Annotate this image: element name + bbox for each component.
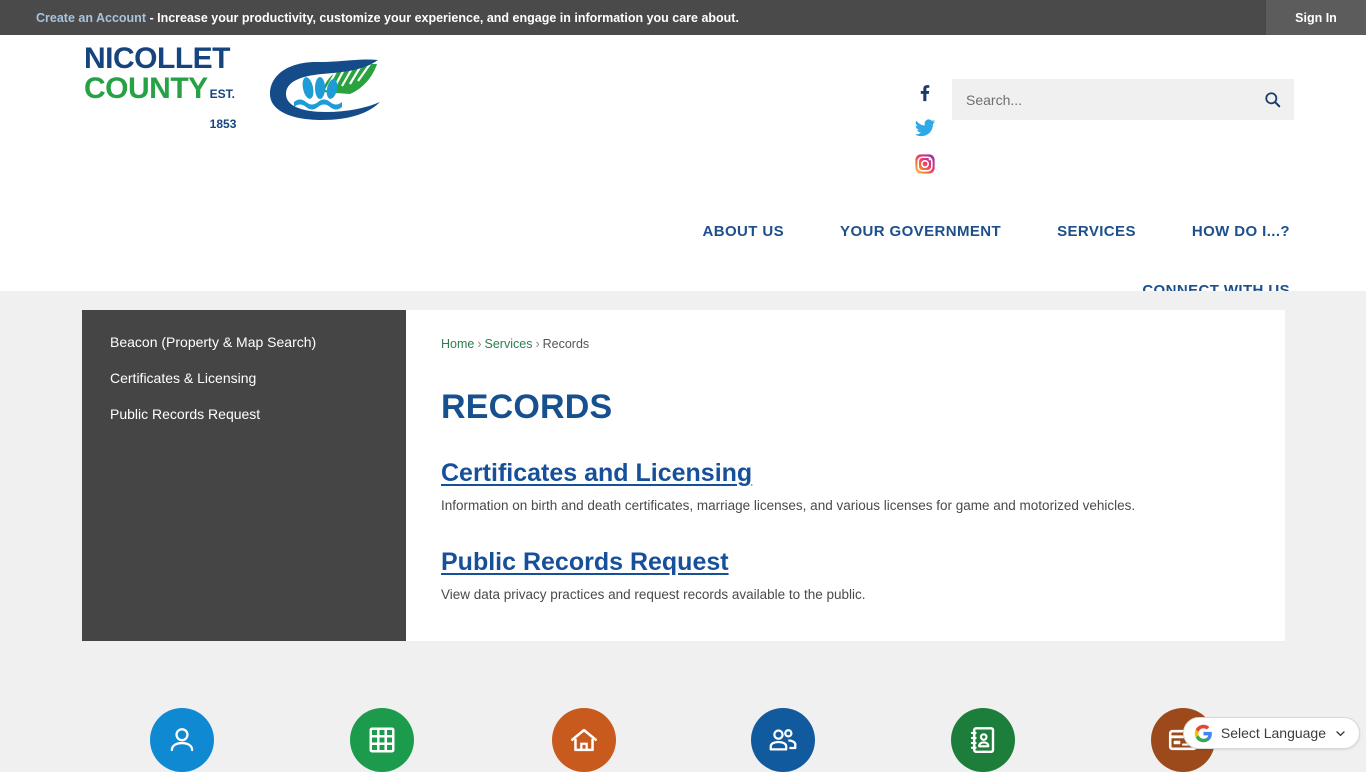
- google-translate-widget[interactable]: Select Language: [1182, 717, 1360, 749]
- content-section-certificates: Certificates and Licensing Information o…: [441, 458, 1251, 515]
- breadcrumb-current: Records: [542, 337, 590, 351]
- section-sidebar: Beacon (Property & Map Search) Certifica…: [82, 310, 406, 641]
- breadcrumb-separator-2: ›: [535, 337, 540, 351]
- breadcrumb-services[interactable]: Services: [485, 337, 533, 351]
- nav-item-how-do-i[interactable]: HOW DO I...?: [1192, 213, 1290, 250]
- breadcrumb-home[interactable]: Home: [441, 337, 474, 351]
- main-content-card: Home › Services › Records RECORDS Certificat…: [406, 310, 1285, 641]
- twitter-icon[interactable]: [913, 117, 937, 139]
- sign-in-button[interactable]: Sign In: [1266, 0, 1366, 35]
- nav-item-about-us[interactable]: ABOUT US: [703, 213, 785, 250]
- people-group-icon: [769, 729, 797, 751]
- logo-wordmark: NICOLLET COUNTY EST. 1853: [84, 41, 258, 139]
- link-public-records-request[interactable]: Public Records Request: [441, 547, 729, 577]
- chevron-down-icon: [1336, 730, 1345, 736]
- search-input[interactable]: [952, 91, 1250, 108]
- quicklink-home-button[interactable]: [552, 708, 616, 772]
- create-account-message: Create an Account - Increase your produc…: [36, 11, 739, 25]
- person-icon: [170, 728, 194, 752]
- logo-line-nicollet: NICOLLET: [84, 41, 231, 75]
- calendar-grid-icon: [369, 727, 395, 753]
- page-title: RECORDS: [441, 388, 613, 426]
- site-logo[interactable]: NICOLLET COUNTY EST. 1853: [84, 43, 384, 131]
- page-body: Beacon (Property & Map Search) Certifica…: [0, 291, 1366, 768]
- logo-line-county: COUNTY: [84, 71, 208, 105]
- google-g-icon: [1194, 724, 1212, 742]
- nav-item-services[interactable]: SERVICES: [1057, 213, 1136, 250]
- facebook-icon[interactable]: [914, 81, 936, 103]
- breadcrumb-separator-1: ›: [477, 337, 482, 351]
- quick-links-row: [0, 708, 1366, 772]
- content-section-public-records: Public Records Request View data privacy…: [441, 547, 1251, 604]
- sidebar-item-certificates-licensing[interactable]: Certificates & Licensing: [82, 360, 406, 396]
- county-emblem-icon: [264, 56, 384, 127]
- search-button[interactable]: [1250, 79, 1294, 120]
- nav-item-your-government[interactable]: YOUR GOVERNMENT: [840, 213, 1001, 250]
- link-certificates-and-licensing[interactable]: Certificates and Licensing: [441, 458, 752, 488]
- sidebar-item-public-records-request[interactable]: Public Records Request: [82, 396, 406, 432]
- create-account-link[interactable]: Create an Account: [36, 11, 146, 25]
- sidebar-item-beacon[interactable]: Beacon (Property & Map Search): [82, 324, 406, 360]
- quicklink-people-button[interactable]: [751, 708, 815, 772]
- address-book-icon: [970, 727, 995, 753]
- home-icon: [571, 728, 597, 752]
- quicklink-directory-button[interactable]: [951, 708, 1015, 772]
- logo-est-label: EST. 1853: [209, 86, 237, 131]
- search-bar: [952, 79, 1294, 120]
- instagram-icon[interactable]: [914, 153, 936, 175]
- description-certificates-and-licensing: Information on birth and death certifica…: [441, 498, 1136, 513]
- description-public-records-request: View data privacy practices and request …: [441, 587, 866, 602]
- quicklink-calendar-button[interactable]: [350, 708, 414, 772]
- translate-label: Select Language: [1220, 725, 1326, 741]
- quicklink-person-button[interactable]: [150, 708, 214, 772]
- social-links: [908, 81, 942, 175]
- site-header: NICOLLET COUNTY EST. 1853 Search... ABOU…: [0, 35, 1366, 299]
- create-account-description: - Increase your productivity, customize …: [145, 10, 739, 25]
- top-utility-bar: Create an Account - Increase your produc…: [0, 0, 1366, 35]
- breadcrumb: Home › Services › Records: [441, 336, 1251, 352]
